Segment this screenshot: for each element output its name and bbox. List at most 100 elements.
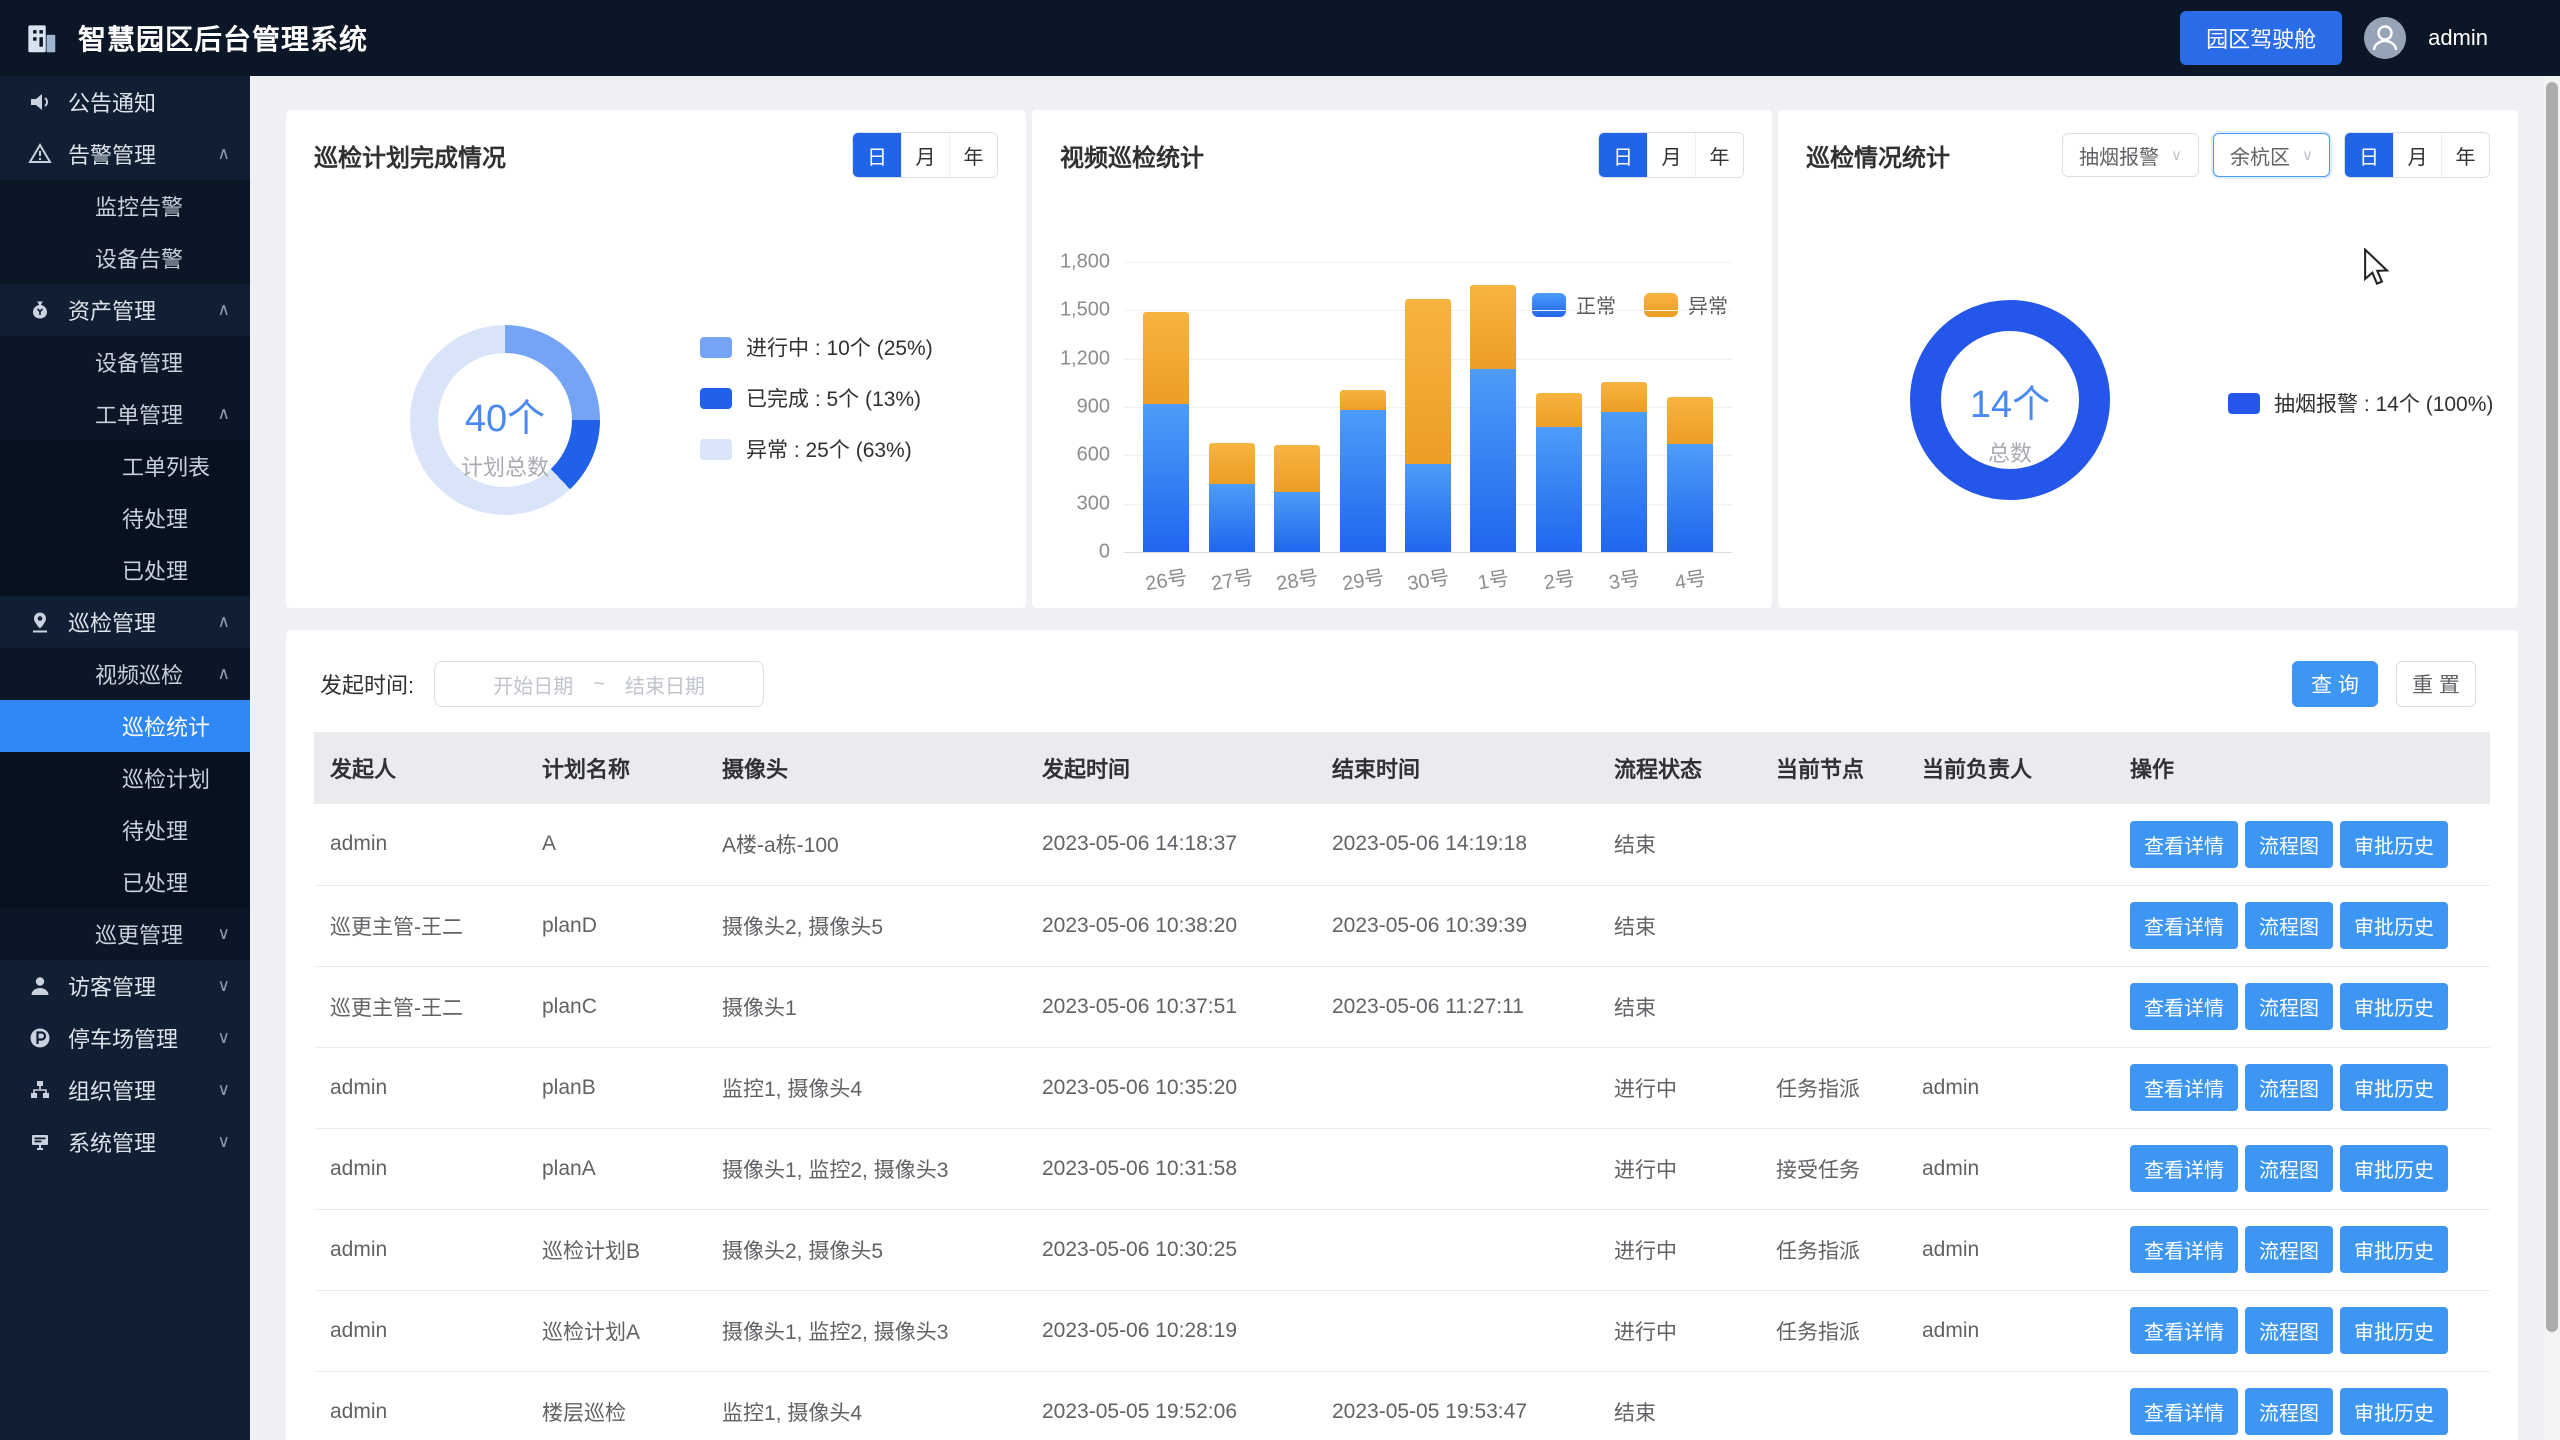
table-cell: admin	[314, 1290, 526, 1371]
bar-2号[interactable]: 2号	[1536, 393, 1582, 552]
sidebar-item-组织管理[interactable]: 组织管理∨	[0, 1064, 250, 1116]
action-button-查看详情[interactable]: 查看详情	[2130, 1064, 2238, 1111]
table-cell: 摄像头1	[706, 966, 1026, 1047]
action-button-查看详情[interactable]: 查看详情	[2130, 1307, 2238, 1354]
action-button-查看详情[interactable]: 查看详情	[2130, 1145, 2238, 1192]
sidebar-item-监控告警[interactable]: 监控告警	[0, 180, 250, 232]
action-button-查看详情[interactable]: 查看详情	[2130, 1388, 2238, 1435]
sidebar-item-设备管理[interactable]: 设备管理	[0, 336, 250, 388]
table-cell: 2023-05-06 10:38:20	[1026, 885, 1316, 966]
card-plan-title: 巡检计划完成情况	[314, 138, 506, 173]
org-icon	[28, 1078, 52, 1102]
card-plan-completion: 巡检计划完成情况 日月年 40个 计划总数 进行中 : 10个 (25%)已完成…	[286, 110, 1026, 608]
action-button-流程图[interactable]: 流程图	[2245, 983, 2333, 1030]
vertical-scrollbar[interactable]	[2544, 76, 2560, 1440]
bar-segment-abnormal	[1601, 382, 1647, 412]
table-row: 巡更主管-王二planD摄像头2, 摄像头52023-05-06 10:38:2…	[314, 885, 2490, 966]
username[interactable]: admin	[2428, 25, 2488, 51]
action-button-流程图[interactable]: 流程图	[2245, 1226, 2333, 1273]
sidebar-item-已处理[interactable]: 已处理	[0, 856, 250, 908]
period-tab-日[interactable]: 日	[853, 133, 901, 177]
sidebar-item-资产管理[interactable]: 资产管理∧	[0, 284, 250, 336]
period-tab-年[interactable]: 年	[949, 133, 997, 177]
action-button-流程图[interactable]: 流程图	[2245, 821, 2333, 868]
sidebar-item-已处理[interactable]: 已处理	[0, 544, 250, 596]
sidebar-item-待处理[interactable]: 待处理	[0, 804, 250, 856]
period-tab-日[interactable]: 日	[2345, 133, 2393, 177]
bar-27号[interactable]: 27号	[1209, 443, 1255, 552]
bar-28号[interactable]: 28号	[1274, 445, 1320, 552]
avatar[interactable]	[2364, 17, 2406, 59]
sidebar-item-巡更管理[interactable]: 巡更管理∨	[0, 908, 250, 960]
period-tab-年[interactable]: 年	[2441, 133, 2489, 177]
reset-button[interactable]: 重 置	[2396, 661, 2476, 707]
sidebar-item-停车场管理[interactable]: 停车场管理∨	[0, 1012, 250, 1064]
sidebar-item-视频巡检[interactable]: 视频巡检 ∧	[0, 648, 250, 700]
date-range-picker[interactable]: 开始日期 ~ 结束日期	[434, 661, 764, 707]
action-button-审批历史[interactable]: 审批历史	[2340, 902, 2448, 949]
table-cell: 摄像头2, 摄像头5	[706, 885, 1026, 966]
sidebar-item-工单列表[interactable]: 工单列表	[0, 440, 250, 492]
action-button-审批历史[interactable]: 审批历史	[2340, 1145, 2448, 1192]
plan-legend: 进行中 : 10个 (25%)已完成 : 5个 (13%)异常 : 25个 (6…	[700, 332, 933, 464]
action-button-审批历史[interactable]: 审批历史	[2340, 821, 2448, 868]
action-button-流程图[interactable]: 流程图	[2245, 1064, 2333, 1111]
table-cell: planD	[526, 885, 706, 966]
bar-4号[interactable]: 4号	[1667, 397, 1713, 552]
sidebar-item-label: 告警管理	[68, 138, 156, 170]
sidebar-item-巡检计划[interactable]: 巡检计划	[0, 752, 250, 804]
action-button-审批历史[interactable]: 审批历史	[2340, 1064, 2448, 1111]
table-cell: 任务指派	[1760, 1290, 1906, 1371]
bar-segment-abnormal	[1143, 312, 1189, 404]
sidebar-item-公告通知[interactable]: 公告通知	[0, 76, 250, 128]
period-tab-月[interactable]: 月	[901, 133, 949, 177]
sidebar-item-巡检统计[interactable]: 巡检统计	[0, 700, 250, 752]
sidebar-item-工单管理[interactable]: 工单管理∧	[0, 388, 250, 440]
action-button-审批历史[interactable]: 审批历史	[2340, 1307, 2448, 1354]
sidebar-item-告警管理[interactable]: 告警管理∧	[0, 128, 250, 180]
action-button-查看详情[interactable]: 查看详情	[2130, 902, 2238, 949]
bar-3号[interactable]: 3号	[1601, 382, 1647, 552]
action-button-审批历史[interactable]: 审批历史	[2340, 983, 2448, 1030]
bar-29号[interactable]: 29号	[1340, 390, 1386, 552]
table-cell: 监控1, 摄像头4	[706, 1047, 1026, 1128]
sidebar-item-设备告警[interactable]: 设备告警	[0, 232, 250, 284]
table-cell	[1316, 1290, 1598, 1371]
period-tab-月[interactable]: 月	[2393, 133, 2441, 177]
period-tab-日[interactable]: 日	[1599, 133, 1647, 177]
table-cell: 巡更主管-王二	[314, 966, 526, 1047]
action-button-审批历史[interactable]: 审批历史	[2340, 1388, 2448, 1435]
bar-26号[interactable]: 26号	[1143, 312, 1189, 552]
action-button-审批历史[interactable]: 审批历史	[2340, 1226, 2448, 1273]
stats-donut-chart: 14个 总数	[1910, 300, 2110, 500]
table-cell: 2023-05-06 10:31:58	[1026, 1128, 1316, 1209]
bar-1号[interactable]: 1号	[1470, 285, 1516, 552]
bar-segment-abnormal	[1667, 397, 1713, 445]
sidebar-item-系统管理[interactable]: 系统管理∨	[0, 1116, 250, 1168]
scrollbar-thumb[interactable]	[2546, 82, 2558, 1332]
period-toggle-video: 日月年	[1598, 132, 1744, 178]
action-button-流程图[interactable]: 流程图	[2245, 1307, 2333, 1354]
action-button-流程图[interactable]: 流程图	[2245, 1145, 2333, 1192]
sidebar-item-label: 视频巡检	[95, 658, 183, 690]
period-tab-月[interactable]: 月	[1647, 133, 1695, 177]
action-button-查看详情[interactable]: 查看详情	[2130, 1226, 2238, 1273]
bar-segment-normal	[1274, 492, 1320, 552]
chevron-up-icon: ∧	[218, 664, 230, 684]
action-button-流程图[interactable]: 流程图	[2245, 902, 2333, 949]
search-button[interactable]: 查 询	[2292, 661, 2378, 707]
sidebar-item-巡检管理[interactable]: 巡检管理∧	[0, 596, 250, 648]
action-button-查看详情[interactable]: 查看详情	[2130, 983, 2238, 1030]
alarm-type-dropdown[interactable]: 抽烟报警 ∨	[2062, 133, 2199, 177]
header-right: 园区驾驶舱 admin	[2180, 11, 2560, 65]
cockpit-button[interactable]: 园区驾驶舱	[2180, 11, 2342, 65]
action-button-流程图[interactable]: 流程图	[2245, 1388, 2333, 1435]
sidebar-item-访客管理[interactable]: 访客管理∨	[0, 960, 250, 1012]
period-tab-年[interactable]: 年	[1695, 133, 1743, 177]
table-cell: 2023-05-06 14:19:18	[1316, 804, 1598, 885]
district-dropdown[interactable]: 余杭区 ∨	[2213, 133, 2330, 177]
sidebar-item-label: 巡检统计	[122, 710, 210, 742]
bar-30号[interactable]: 30号	[1405, 299, 1451, 552]
sidebar-item-待处理[interactable]: 待处理	[0, 492, 250, 544]
action-button-查看详情[interactable]: 查看详情	[2130, 821, 2238, 868]
